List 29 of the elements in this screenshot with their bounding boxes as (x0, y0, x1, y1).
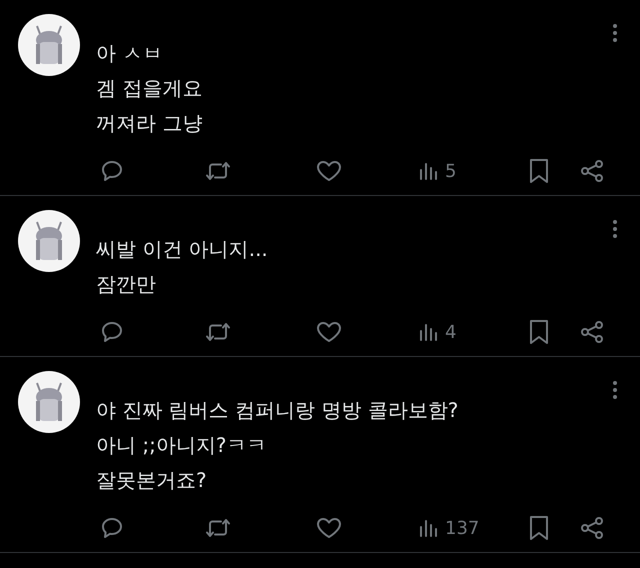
bar-chart-icon (419, 322, 439, 342)
repost-button[interactable] (205, 320, 231, 344)
reply-button[interactable] (100, 159, 124, 183)
like-button[interactable] (316, 159, 342, 183)
repost-button[interactable] (205, 159, 231, 183)
bar-chart-icon (419, 518, 439, 538)
bookmark-button[interactable] (528, 158, 550, 184)
post-text-line: 씨발 이건 아니지... (96, 236, 268, 263)
repost-button[interactable] (205, 516, 231, 540)
share-button[interactable] (580, 516, 604, 540)
post-text-line: 겜 접을게요 (96, 75, 202, 102)
views-button[interactable]: 5 (419, 158, 456, 184)
post-text-line: 아 ㅅㅂ (96, 40, 162, 67)
like-button[interactable] (316, 320, 342, 344)
reply-button[interactable] (100, 320, 124, 344)
views-button[interactable]: 137 (419, 514, 480, 542)
bookmark-button[interactable] (528, 515, 550, 541)
post-text-line: 야 진짜 림버스 컴퍼니랑 명방 콜라보함? (96, 397, 458, 424)
bar-chart-icon (419, 161, 439, 181)
post-text-line: 잘못본거죠? (96, 467, 207, 494)
post-text-line: 꺼져라 그냥 (96, 110, 202, 137)
like-button[interactable] (316, 516, 342, 540)
views-button[interactable]: 4 (419, 318, 456, 346)
share-button[interactable] (580, 320, 604, 344)
post-text-line: 아니 ;;아니지?ㅋㅋ (96, 432, 266, 459)
bookmark-button[interactable] (528, 319, 550, 345)
share-button[interactable] (580, 159, 604, 183)
post-text-line: 잠깐만 (96, 271, 156, 298)
reply-button[interactable] (100, 516, 124, 540)
